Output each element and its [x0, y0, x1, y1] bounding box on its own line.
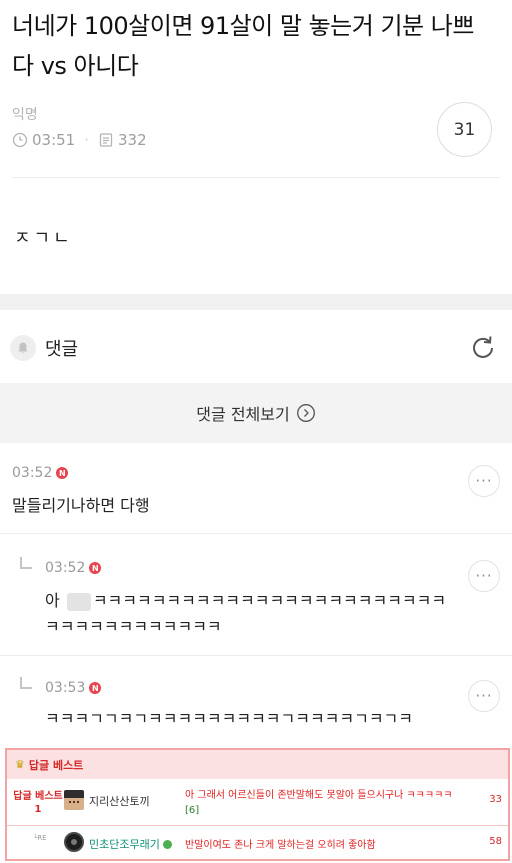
reply-like-count: 58 [489, 836, 502, 847]
reply-nickname[interactable]: 지리산산토끼 [89, 793, 150, 809]
comment-text: 말들리기나하면 다행 [12, 496, 150, 515]
comment-text: ㅋㅋㅋㄱㄱㅋㄱㅋㅋㅋㅋㅋㅋㅋㅋㅋㄱㅋㅋㅋㅋㄱㅋㄱㅋ [45, 709, 414, 728]
comment-time-text: 03:52 [45, 560, 86, 576]
comment-time-text: 03:53 [45, 680, 86, 696]
section-gap [0, 294, 512, 310]
reply-text[interactable]: 아 그래서 어르신들이 존반말해도 못알아 들으시구나 ㅋㅋㅋㅋㅋ [6] [185, 788, 485, 818]
post-meta: 03:51 · 332 [12, 131, 147, 149]
reply-sub-count: [6] [185, 805, 200, 816]
view-all-label: 댓글 전체보기 [196, 405, 290, 424]
best-reply-row[interactable]: └RE 민초단조무래기 반말이여도 존나 크게 말하는걸 오히려 좋아함 58 [7, 827, 508, 861]
blurred-word [66, 592, 91, 611]
divider [0, 655, 512, 656]
view-all-comments-button[interactable]: 댓글 전체보기 [0, 383, 512, 443]
best-replies-title: 답글 베스트 [28, 758, 84, 772]
clock-icon [12, 132, 28, 148]
comment-text-prefix: 아 [45, 591, 65, 610]
more-options-button[interactable]: ··· [468, 560, 500, 592]
reply-like-count: 33 [489, 794, 502, 805]
comment-text-rest: ㅋㅋㅋㅋㅋㅋㅋㅋㅋㅋㅋㅋㅋㅋㅋㅋㅋㅋㅋㅋㅋㅋㅋㅋㅋㅋㅋㅋㅋㅋㅋㅋㅋㅋㅋㅋ [45, 591, 447, 636]
best-replies-header: ♛ 답글 베스트 [7, 750, 508, 779]
best-reply-row[interactable]: 답글 베스트1 지리산산토끼 아 그래서 어르신들이 존반말해도 못알아 들으시… [7, 780, 508, 826]
comment-text: 아 ㅋㅋㅋㅋㅋㅋㅋㅋㅋㅋㅋㅋㅋㅋㅋㅋㅋㅋㅋㅋㅋㅋㅋㅋㅋㅋㅋㅋㅋㅋㅋㅋㅋㅋㅋㅋ [45, 588, 455, 640]
reply-re-label: └RE [33, 834, 47, 842]
views-icon [99, 133, 113, 147]
trophy-icon: ♛ [15, 758, 25, 771]
avatar [64, 790, 84, 810]
reply-text-body: 아 그래서 어르신들이 존반말해도 못알아 들으시구나 ㅋㅋㅋㅋㅋ [185, 790, 453, 801]
new-badge: N [89, 682, 102, 694]
reply-arrow-icon [20, 677, 32, 689]
chevron-right-circle-icon [296, 404, 315, 422]
comment-time-text: 03:52 [12, 465, 53, 481]
post-time: 03:51 [32, 131, 76, 149]
post-body: ㅈㄱㄴ [14, 228, 73, 249]
divider [0, 533, 512, 534]
new-badge: N [56, 467, 69, 479]
reply-nickname-text: 민초단조무래기 [89, 838, 160, 851]
post-views: 332 [118, 131, 147, 149]
comment-time: 03:52 N [12, 465, 69, 481]
best-replies-box: ♛ 답글 베스트 답글 베스트1 지리산산토끼 아 그래서 어르신들이 존반말해… [5, 748, 510, 861]
comment-time: 03:53 N [45, 680, 102, 696]
refresh-icon[interactable] [468, 333, 498, 363]
comments-label: 댓글 [45, 339, 79, 360]
best-rank-label: 답글 베스트1 [13, 791, 63, 815]
new-badge: N [89, 562, 102, 574]
avatar [64, 832, 84, 852]
reply-arrow-icon [20, 557, 32, 569]
post-title: 너네가 100살이면 91살이 말 놓는거 기분 나쁘다 vs 아니다 [12, 12, 474, 80]
comment-time: 03:52 N [45, 560, 102, 576]
comment-count-badge[interactable]: 31 [437, 102, 492, 157]
post-author: 익명 [12, 107, 38, 123]
bell-icon [10, 335, 36, 361]
more-options-button[interactable]: ··· [468, 465, 500, 497]
reply-nickname[interactable]: 민초단조무래기 [89, 836, 172, 852]
divider [12, 177, 500, 178]
comments-header: 댓글 [10, 335, 78, 361]
meta-separator: · [84, 131, 90, 149]
more-options-button[interactable]: ··· [468, 680, 500, 712]
level-icon [162, 839, 172, 849]
reply-text[interactable]: 반말이여도 존나 크게 말하는걸 오히려 좋아함 [185, 836, 376, 851]
